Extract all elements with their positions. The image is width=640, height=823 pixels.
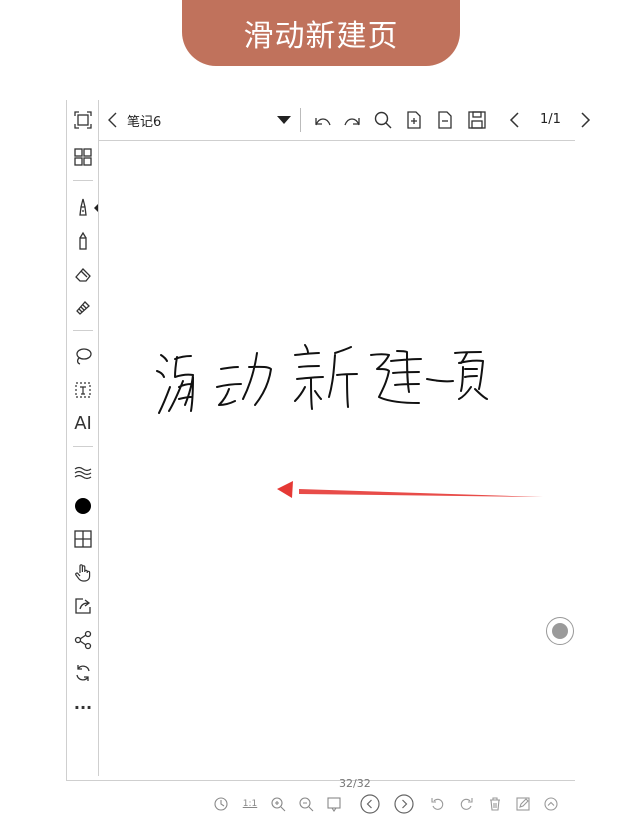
text-box-icon[interactable] [72, 379, 94, 401]
highlighter-icon[interactable] [72, 296, 94, 318]
hand-icon[interactable] [72, 562, 94, 584]
color-dot-icon[interactable] [72, 495, 94, 517]
note-canvas[interactable]: 32/32 1:1 [99, 141, 575, 814]
handwriting-strokes [156, 344, 543, 498]
bottom-prev-icon[interactable] [359, 793, 381, 815]
history-icon[interactable] [212, 795, 230, 813]
prev-page-icon[interactable] [504, 109, 526, 131]
page-indicator: 1/1 [540, 112, 561, 127]
app-window: AI ··· 笔记6 1/1 32/32 1:1 [66, 100, 591, 814]
export-icon[interactable] [72, 595, 94, 617]
banner: 滑动新建页 [182, 0, 460, 66]
swipe-arrow-head [277, 481, 293, 498]
sidebar-divider [73, 330, 93, 331]
grid-icon[interactable] [72, 146, 94, 168]
marker-icon[interactable] [72, 230, 94, 252]
floating-action-button[interactable] [546, 617, 574, 645]
bookmark-icon[interactable] [325, 795, 343, 813]
ratio-button[interactable]: 1:1 [241, 795, 259, 813]
toolbar-divider [300, 108, 301, 132]
search-icon[interactable] [372, 109, 394, 131]
save-icon[interactable] [466, 109, 488, 131]
top-toolbar: 笔记6 1/1 [99, 100, 591, 141]
more-icon[interactable]: ··· [72, 696, 94, 718]
pen-icon[interactable] [72, 196, 94, 218]
dropdown-caret-icon[interactable] [273, 109, 295, 131]
floating-dot-icon [552, 623, 568, 639]
next-page-icon[interactable] [574, 109, 596, 131]
swipe-arrow [299, 489, 543, 497]
ai-icon[interactable]: AI [72, 412, 94, 434]
zoom-in-icon[interactable] [269, 795, 287, 813]
bottom-next-icon[interactable] [393, 793, 415, 815]
note-title[interactable]: 笔记6 [127, 111, 161, 130]
wave-icon[interactable] [72, 462, 94, 484]
fullscreen-icon[interactable] [72, 109, 94, 131]
redo-icon[interactable] [341, 109, 363, 131]
lasso-icon[interactable] [72, 345, 94, 367]
sidebar-divider [73, 180, 93, 181]
edit-icon[interactable] [514, 795, 532, 813]
bottom-undo-icon[interactable] [429, 795, 447, 813]
share-icon[interactable] [72, 629, 94, 651]
undo-icon[interactable] [312, 109, 334, 131]
delete-icon[interactable] [486, 795, 504, 813]
eraser-icon[interactable] [72, 263, 94, 285]
collapse-icon[interactable] [542, 795, 560, 813]
bottom-redo-icon[interactable] [457, 795, 475, 813]
back-icon[interactable] [102, 109, 124, 131]
banner-title: 滑动新建页 [243, 19, 399, 54]
page-count: 32/32 [339, 777, 371, 790]
sidebar-divider [73, 446, 93, 447]
active-tool-pointer [94, 204, 98, 212]
remove-page-icon[interactable] [434, 109, 456, 131]
sync-icon[interactable] [72, 662, 94, 684]
sidebar: AI ··· [67, 100, 99, 776]
add-page-icon[interactable] [403, 109, 425, 131]
table-icon[interactable] [72, 528, 94, 550]
zoom-out-icon[interactable] [297, 795, 315, 813]
